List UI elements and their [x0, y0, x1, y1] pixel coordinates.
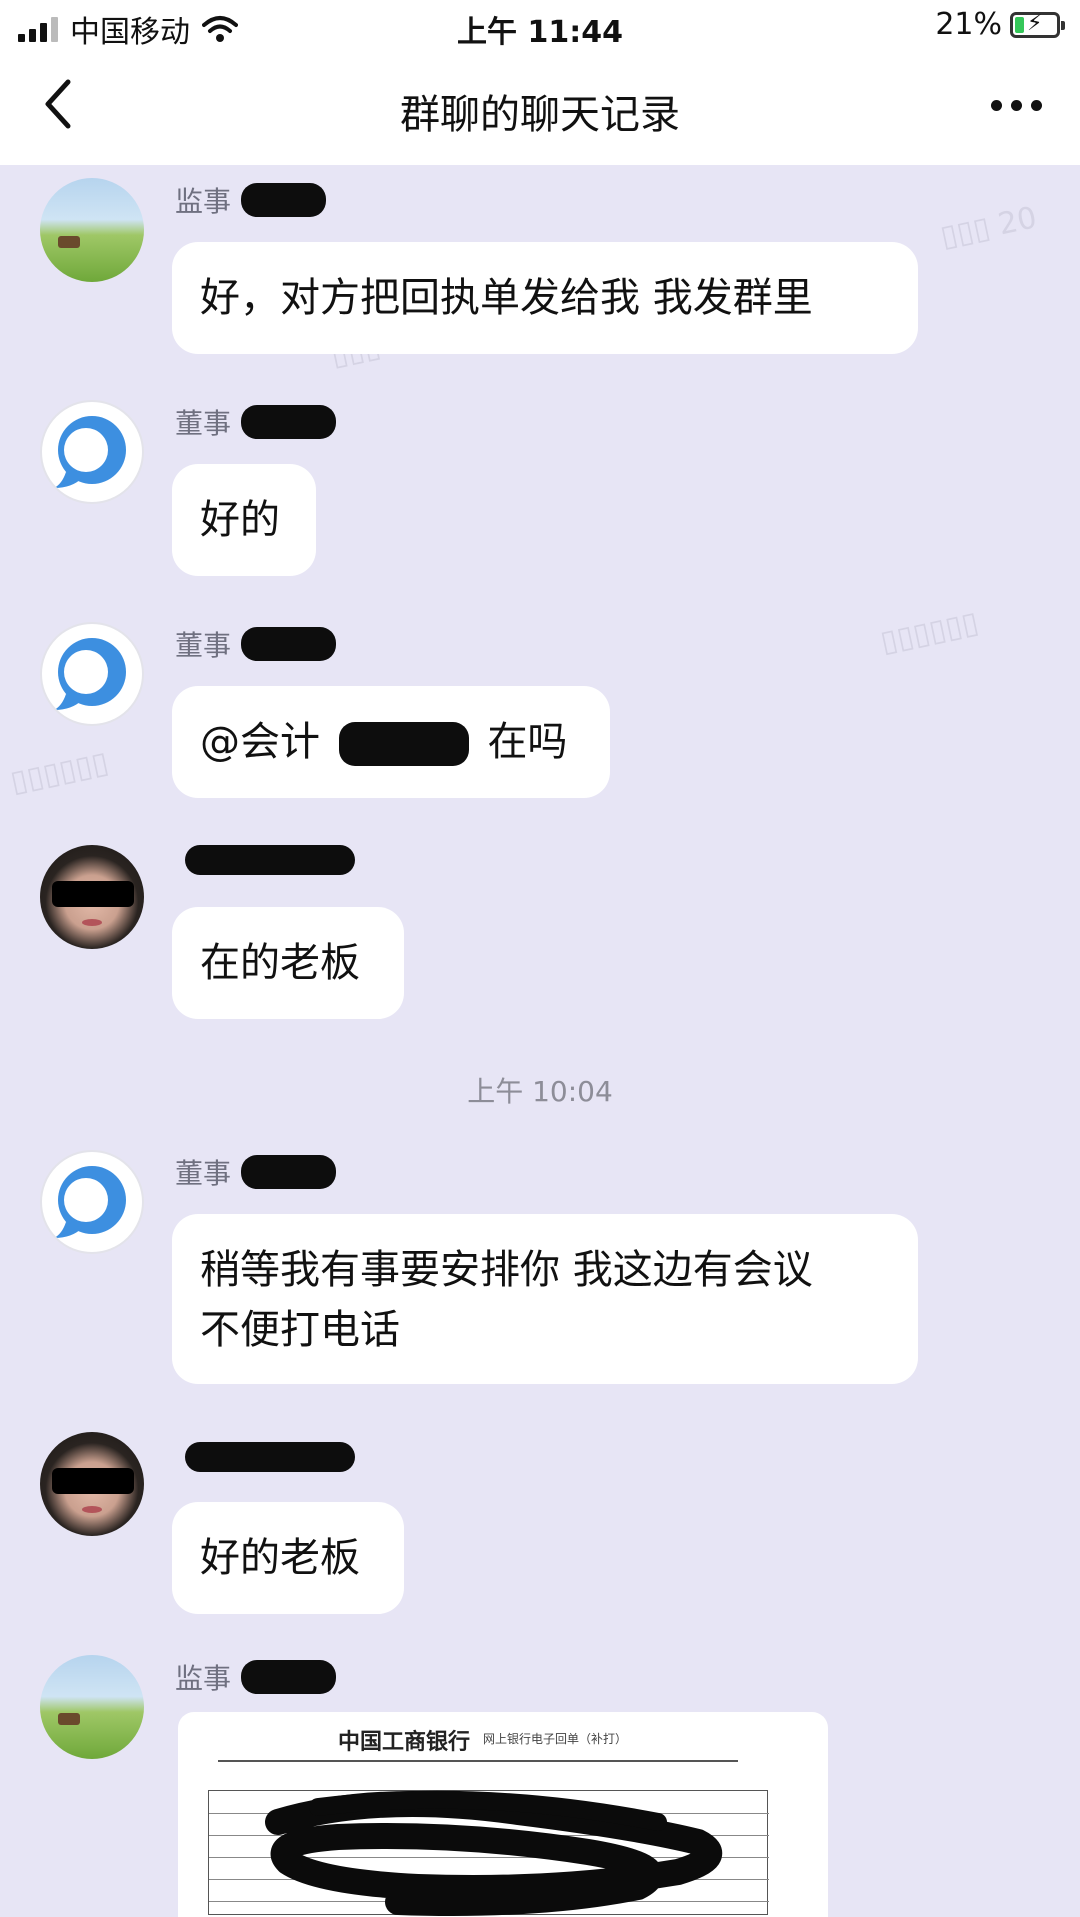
chat-history-screen: 中国移动 上午 11:44 21% ⚡ 群聊的聊天记录 ▯▯▯ 20 ▯▯▯ 2… — [0, 0, 1080, 1917]
sender-name: 董事 — [175, 624, 337, 664]
battery-icon: ⚡ — [1010, 10, 1065, 38]
status-bar: 中国移动 上午 11:44 21% ⚡ — [0, 0, 1080, 50]
redacted-name — [338, 722, 469, 766]
avatar[interactable] — [40, 178, 144, 282]
battery-percent: 21% — [935, 7, 1002, 42]
watermark: ▯▯▯▯▯▯ — [877, 605, 982, 660]
message-bubble[interactable]: 好的 — [172, 464, 316, 576]
divider — [218, 1760, 738, 1762]
avatar[interactable] — [40, 1150, 144, 1254]
avatar[interactable] — [40, 400, 144, 504]
chat-bubble-avatar-icon — [54, 1166, 126, 1238]
bank-name: 中国工商银行 — [338, 1730, 471, 1755]
message-bubble[interactable]: 好的老板 — [172, 1502, 404, 1614]
nav-bar: 群聊的聊天记录 — [0, 50, 1080, 165]
avatar[interactable] — [40, 1432, 144, 1536]
battery-fill — [1015, 16, 1024, 33]
watermark: ▯▯▯ 20 — [937, 200, 1040, 255]
avatar[interactable] — [40, 622, 144, 726]
status-right: 21% ⚡ — [935, 7, 1065, 42]
page-title: 群聊的聊天记录 — [400, 92, 680, 138]
redaction-scribble — [265, 1790, 723, 1916]
sender-name: 监事 — [175, 1657, 337, 1697]
avatar[interactable] — [40, 1655, 144, 1759]
message-bubble[interactable]: 在的老板 — [172, 907, 404, 1019]
sender-name: 监事 — [175, 180, 327, 220]
receipt-subtitle: 网上银行电子回单（补打） — [483, 1732, 628, 1746]
receipt-image[interactable]: 中国工商银行 网上银行电子回单（补打） — [178, 1712, 828, 1917]
sender-name — [175, 1442, 355, 1472]
message-bubble[interactable]: @会计 在吗 — [172, 686, 610, 798]
charging-bolt-icon: ⚡ — [1027, 10, 1043, 36]
sender-name: 董事 — [175, 402, 337, 442]
message-bubble[interactable]: 稍等我有事要安排你 我这边有会议 不便打电话 — [172, 1214, 918, 1384]
more-dots-icon[interactable] — [991, 100, 1042, 111]
sender-name: 董事 — [175, 1152, 337, 1192]
timestamp: 上午 10:04 — [467, 1075, 613, 1108]
sender-name — [175, 845, 355, 875]
watermark: ▯▯▯▯▯▯ — [7, 745, 112, 800]
chat-bubble-avatar-icon — [54, 638, 126, 710]
chat-bubble-avatar-icon — [54, 416, 126, 488]
status-time: 上午 11:44 — [457, 15, 623, 50]
avatar[interactable] — [40, 845, 144, 949]
message-bubble[interactable]: 好，对方把回执单发给我 我发群里 — [172, 242, 918, 354]
